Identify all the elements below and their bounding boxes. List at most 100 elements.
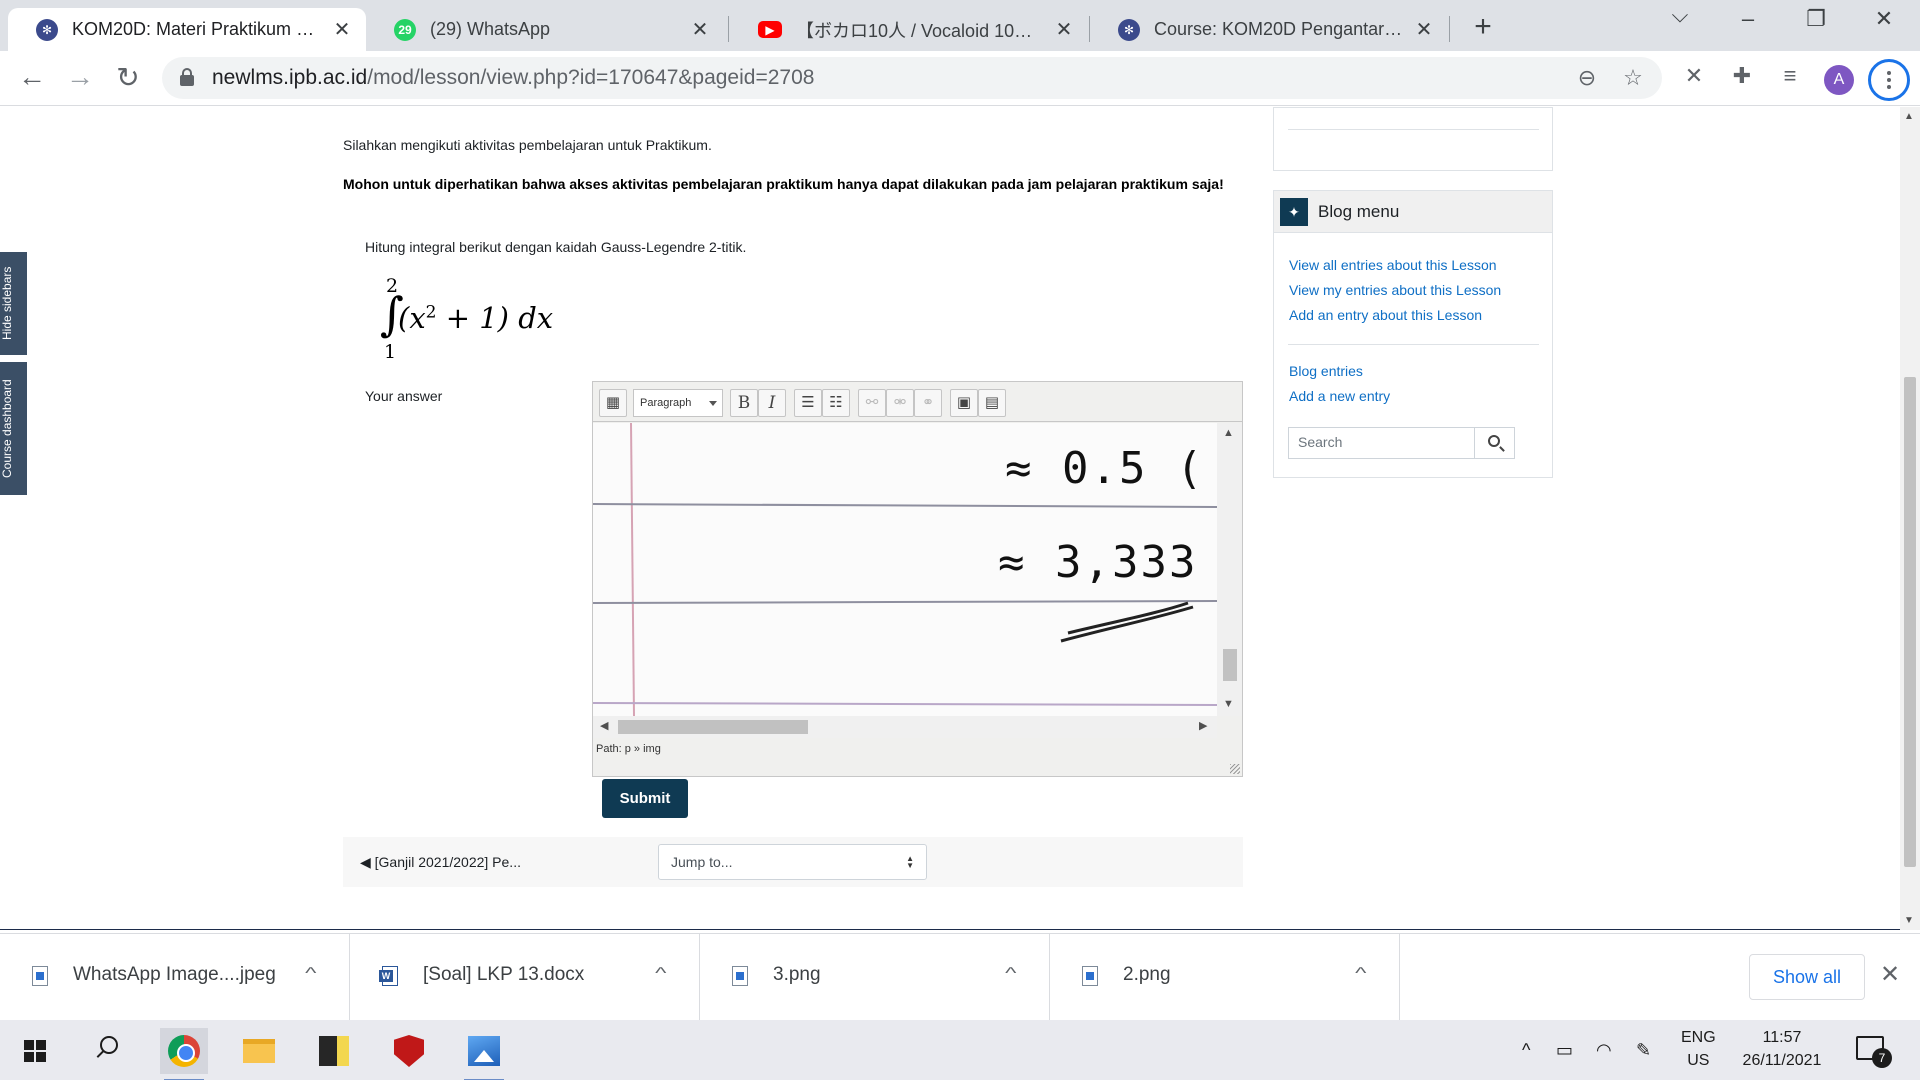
lesson-page: Hide sidebars Course dashboard Silahkan …	[0, 107, 1900, 930]
browser-tab-strip: ✻ KOM20D: Materi Praktikum Perte ✕ 29 (2…	[0, 0, 1920, 51]
window-close-button[interactable]: ✕	[1864, 6, 1904, 32]
bullet-list-button[interactable]: ☰	[794, 389, 822, 417]
bookmark-star-icon[interactable]: ☆	[1618, 65, 1648, 91]
submit-button[interactable]: Submit	[602, 779, 688, 818]
download-item[interactable]: 3.png ^	[700, 934, 1050, 1021]
close-icon[interactable]: ✕	[1054, 17, 1074, 42]
close-icon[interactable]: ✕	[1880, 960, 1900, 989]
reload-button[interactable]: ↻	[110, 61, 146, 94]
mcafee-icon[interactable]	[385, 1028, 433, 1074]
extensions-puzzle-icon[interactable]: ✚	[1726, 63, 1758, 89]
pin-icon[interactable]: ✦	[1280, 198, 1308, 226]
address-bar[interactable]: newlms.ipb.ac.id/mod/lesson/view.php?id=…	[162, 57, 1662, 99]
chrome-app-icon[interactable]	[160, 1028, 208, 1080]
input-language-indicator[interactable]: ENG US	[1681, 1026, 1716, 1072]
download-item[interactable]: WhatsApp Image....jpeg ^	[0, 934, 350, 1021]
forward-button[interactable]: →	[62, 61, 98, 93]
italic-button[interactable]: I	[758, 389, 786, 417]
profile-avatar[interactable]: A	[1824, 65, 1854, 95]
previous-activity-link[interactable]: ◀ [Ganjil 2021/2022] Pe...	[360, 854, 521, 871]
sticky-notes-icon[interactable]	[310, 1028, 358, 1074]
scroll-thumb[interactable]	[1904, 377, 1916, 867]
close-icon[interactable]: ✕	[1414, 17, 1434, 42]
tab-course-kom20d[interactable]: ✻ Course: KOM20D Pengantar Mate ✕	[1090, 8, 1448, 51]
tab-separator	[728, 16, 729, 42]
handwritten-line-1: ≈ 0.5 ( 4	[1005, 443, 1217, 494]
editor-vertical-scrollbar[interactable]: ▲ ▼	[1217, 423, 1242, 716]
muted-extension-icon[interactable]: ✕	[1678, 63, 1710, 89]
tab-whatsapp[interactable]: 29 (29) WhatsApp ✕	[366, 8, 724, 51]
wifi-icon[interactable]: ◠	[1596, 1040, 1612, 1061]
blog-search-input[interactable]: Search	[1288, 427, 1475, 459]
system-clock[interactable]: 11:57 26/11/2021	[1736, 1026, 1828, 1072]
photos-app-icon[interactable]	[460, 1028, 508, 1080]
anchor-icon[interactable]: ⚭	[914, 389, 942, 417]
scroll-up-icon[interactable]: ▲	[1904, 111, 1914, 122]
search-icon	[1488, 435, 1500, 447]
scroll-left-icon[interactable]: ◀	[600, 719, 608, 732]
url-text[interactable]: newlms.ipb.ac.id/mod/lesson/view.php?id=…	[212, 66, 814, 90]
hide-sidebars-tab[interactable]: Hide sidebars	[0, 252, 27, 355]
search-icon[interactable]	[92, 1034, 122, 1064]
scroll-thumb[interactable]	[618, 720, 808, 734]
bold-button[interactable]: B	[730, 389, 758, 417]
paragraph-format-select[interactable]: Paragraph	[633, 389, 723, 417]
back-button[interactable]: ←	[14, 61, 50, 93]
integral-lower-limit: 1	[384, 341, 397, 363]
scroll-up-icon[interactable]: ▲	[1223, 427, 1234, 439]
close-icon[interactable]: ✕	[332, 17, 352, 42]
view-my-entries-link[interactable]: View my entries about this Lesson	[1289, 282, 1501, 298]
tab-youtube-vocaloid[interactable]: ▶ 【ボカロ10人 / Vocaloid 10】Alice in ✕	[730, 8, 1088, 51]
minimize-button[interactable]: –	[1728, 6, 1768, 32]
blog-entries-link[interactable]: Blog entries	[1289, 363, 1363, 379]
chevron-up-icon[interactable]: ^	[1355, 965, 1366, 983]
chevron-up-icon[interactable]: ^	[1005, 965, 1016, 983]
pen-icon[interactable]: ✎	[1636, 1040, 1651, 1061]
download-filename: WhatsApp Image....jpeg	[73, 964, 276, 985]
add-entry-link[interactable]: Add an entry about this Lesson	[1289, 307, 1482, 323]
insert-image-icon[interactable]: ▣	[950, 389, 978, 417]
blog-search-button[interactable]	[1474, 427, 1515, 459]
word-file-icon	[379, 966, 398, 986]
scroll-down-icon[interactable]: ▼	[1904, 915, 1914, 926]
chevron-up-icon[interactable]: ^	[305, 965, 316, 983]
download-item[interactable]: 2.png ^	[1050, 934, 1400, 1021]
editor-content-image[interactable]: ≈ 0.5 ( 4 ≈ 3,333	[593, 423, 1217, 716]
chevron-up-icon[interactable]: ^	[655, 965, 666, 983]
ipb-logo-icon: ✻	[1118, 18, 1140, 41]
browser-menu-button[interactable]	[1868, 59, 1910, 101]
jump-to-select[interactable]: Jump to... ▲ ▼	[658, 844, 927, 880]
unlink-icon[interactable]: ⚮	[886, 389, 914, 417]
toolbar-toggle-icon[interactable]: ▦	[599, 389, 627, 417]
course-dashboard-tab[interactable]: Course dashboard	[0, 362, 27, 495]
scroll-right-icon[interactable]: ▶	[1199, 719, 1207, 732]
tab-kom20d-materi[interactable]: ✻ KOM20D: Materi Praktikum Perte ✕	[8, 8, 366, 51]
lock-icon[interactable]	[180, 68, 194, 86]
restore-button[interactable]: ❐	[1796, 6, 1836, 32]
link-icon[interactable]: ⚯	[858, 389, 886, 417]
browser-toolbar: ← → ↻ newlms.ipb.ac.id/mod/lesson/view.p…	[0, 51, 1920, 106]
close-icon[interactable]: ✕	[690, 17, 710, 42]
add-new-entry-link[interactable]: Add a new entry	[1289, 388, 1390, 404]
resize-handle[interactable]	[1230, 764, 1240, 774]
notification-count-badge: 7	[1872, 1048, 1892, 1068]
editor-horizontal-scrollbar[interactable]: ◀ ▶	[593, 716, 1217, 738]
zoom-icon[interactable]: ⊖	[1572, 65, 1602, 91]
scroll-down-icon[interactable]: ▼	[1223, 698, 1234, 710]
question-text: Hitung integral berikut dengan kaidah Ga…	[365, 239, 747, 255]
numbered-list-button[interactable]: ☷	[822, 389, 850, 417]
view-all-entries-link[interactable]: View all entries about this Lesson	[1289, 257, 1497, 273]
page-vertical-scrollbar[interactable]: ▲ ▼	[1900, 107, 1920, 930]
battery-icon[interactable]: ▭	[1556, 1040, 1573, 1061]
show-all-downloads-button[interactable]: Show all	[1749, 954, 1865, 1000]
scroll-thumb[interactable]	[1223, 649, 1237, 681]
chevron-up-icon[interactable]: ^	[1522, 1040, 1530, 1061]
windows-start-icon[interactable]	[24, 1040, 46, 1062]
media-control-icon[interactable]: ≡	[1774, 63, 1806, 89]
file-explorer-icon[interactable]	[235, 1028, 283, 1074]
download-filename: 2.png	[1123, 964, 1171, 985]
tab-search-icon[interactable]: ⌵	[1660, 2, 1700, 28]
new-tab-button[interactable]: +	[1468, 10, 1498, 44]
download-item[interactable]: [Soal] LKP 13.docx ^	[350, 934, 700, 1021]
insert-media-icon[interactable]: ▤	[978, 389, 1006, 417]
